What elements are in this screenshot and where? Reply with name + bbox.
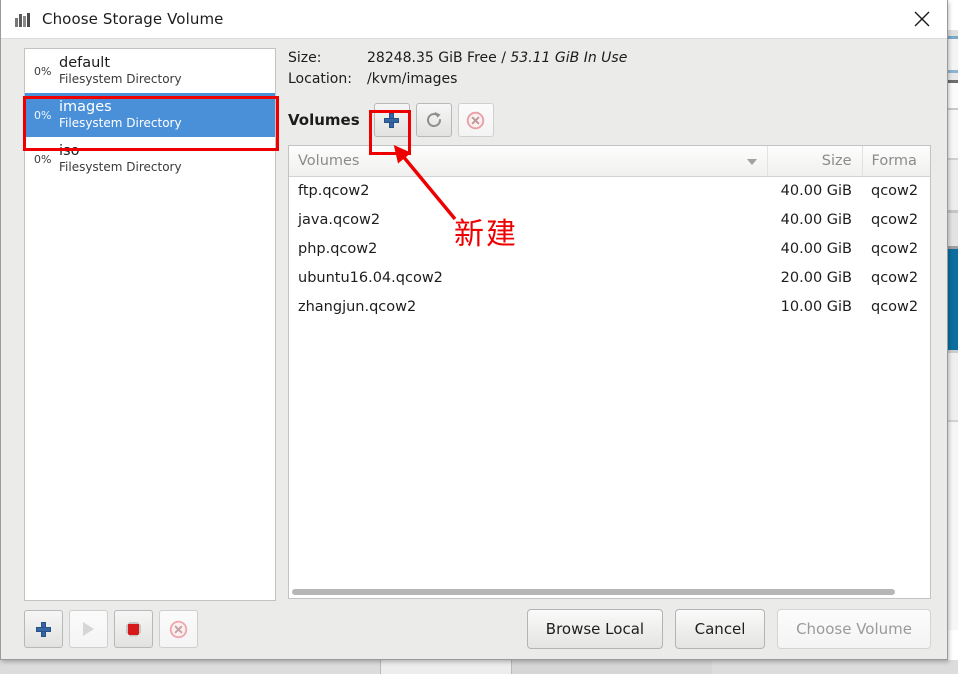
- pool-size-row: Size: 28248.35 GiB Free / 53.11 GiB In U…: [288, 48, 931, 69]
- pool-list-item-selected[interactable]: 0% images Filesystem Directory: [25, 93, 275, 137]
- new-volume-button[interactable]: [373, 103, 410, 137]
- pool-name: iso: [59, 143, 80, 160]
- pool-usage-percent: 0%: [34, 108, 52, 122]
- refresh-volumes-button[interactable]: [415, 103, 452, 137]
- volume-size: 40.00 GiB: [780, 211, 852, 228]
- start-pool-button[interactable]: [69, 610, 108, 648]
- pool-type: Filesystem Directory: [59, 160, 182, 175]
- delete-circle-icon: [466, 111, 485, 129]
- volumes-table-container[interactable]: Volumes Size Forma ftp.qcow2 40.00 GiB q…: [288, 145, 931, 599]
- table-row[interactable]: ubuntu16.04.qcow2 20.00 GiB qcow2: [289, 263, 930, 292]
- column-header-size[interactable]: Size: [766, 146, 862, 177]
- dialog-footer: Browse Local Cancel Choose Volume: [1, 599, 947, 659]
- browse-local-button[interactable]: Browse Local: [526, 609, 664, 649]
- volume-format: qcow2: [871, 211, 919, 228]
- delete-pool-button[interactable]: [159, 610, 198, 648]
- volume-name: zhangjun.qcow2: [298, 298, 417, 315]
- choose-volume-button[interactable]: Choose Volume: [777, 609, 931, 649]
- volumes-toolbar: Volumes: [288, 101, 931, 139]
- volume-name: php.qcow2: [298, 240, 378, 257]
- dialog-action-buttons: Browse Local Cancel Choose Volume: [515, 609, 931, 649]
- table-row[interactable]: java.qcow2 40.00 GiB qcow2: [289, 205, 930, 234]
- volume-name: java.qcow2: [298, 211, 381, 228]
- size-free-text: 28248.35 GiB Free /: [367, 50, 511, 66]
- volume-format: qcow2: [871, 269, 919, 286]
- size-inuse-text: 53.11 GiB In Use: [510, 50, 628, 66]
- pool-type: Filesystem Directory: [59, 116, 182, 131]
- size-value: 28248.35 GiB Free / 53.11 GiB In Use: [367, 48, 627, 69]
- volumes-table-body: ftp.qcow2 40.00 GiB qcow2 java.qcow2 40.…: [289, 176, 930, 321]
- volumes-table-header: Volumes Size Forma: [289, 146, 930, 177]
- storage-pool-list[interactable]: 0% default Filesystem Directory 0% image…: [24, 48, 276, 601]
- background-taskbar-item: [380, 660, 512, 674]
- pool-name: default: [59, 55, 111, 72]
- table-header-row: Volumes Size Forma: [289, 146, 930, 177]
- choose-storage-volume-dialog: Choose Storage Volume 0% default Filesys…: [0, 0, 948, 660]
- pool-usage-percent: 0%: [34, 64, 52, 78]
- dialog-body: 0% default Filesystem Directory 0% image…: [1, 39, 947, 601]
- delete-volume-button[interactable]: [457, 103, 494, 137]
- pool-action-toolbar: [24, 610, 204, 648]
- volume-name: ubuntu16.04.qcow2: [298, 269, 443, 286]
- refresh-icon: [426, 111, 441, 127]
- close-icon[interactable]: [897, 0, 947, 38]
- volumes-table: Volumes Size Forma ftp.qcow2 40.00 GiB q…: [289, 146, 930, 321]
- pool-list-item[interactable]: 0% default Filesystem Directory: [25, 49, 275, 93]
- pool-name: images: [59, 99, 112, 116]
- location-value: /kvm/images: [367, 71, 458, 87]
- sort-descending-caret-icon: [746, 159, 757, 165]
- size-label: Size:: [288, 50, 322, 66]
- column-header-volumes-label: Volumes: [298, 152, 360, 169]
- table-row[interactable]: zhangjun.qcow2 10.00 GiB qcow2: [289, 292, 930, 321]
- storage-pool-icon: [15, 12, 33, 27]
- stop-pool-button[interactable]: [114, 610, 153, 648]
- horizontal-scrollbar[interactable]: [292, 589, 895, 595]
- volume-name: ftp.qcow2: [298, 182, 370, 199]
- delete-circle-icon: [169, 620, 188, 638]
- volume-size: 40.00 GiB: [780, 240, 852, 257]
- stop-octagon-icon: [126, 621, 141, 637]
- add-pool-button[interactable]: [24, 610, 63, 648]
- pool-list-item[interactable]: 0% iso Filesystem Directory: [25, 137, 275, 181]
- volume-format: qcow2: [871, 240, 919, 257]
- column-header-volumes[interactable]: Volumes: [289, 146, 767, 177]
- volume-format: qcow2: [871, 298, 919, 315]
- cancel-button[interactable]: Cancel: [675, 609, 766, 649]
- volume-format: qcow2: [871, 182, 919, 199]
- plus-icon: [36, 621, 51, 637]
- column-header-format[interactable]: Forma: [861, 146, 930, 177]
- volume-size: 10.00 GiB: [780, 298, 852, 315]
- background-taskbar-item: [512, 660, 712, 674]
- pool-usage-percent: 0%: [34, 152, 52, 166]
- dialog-title: Choose Storage Volume: [42, 10, 224, 28]
- plus-icon: [384, 112, 400, 128]
- pool-type: Filesystem Directory: [59, 72, 182, 87]
- pool-location-row: Location: /kvm/images: [288, 69, 931, 90]
- dialog-titlebar: Choose Storage Volume: [1, 0, 947, 39]
- location-label: Location:: [288, 71, 352, 87]
- table-row[interactable]: php.qcow2 40.00 GiB qcow2: [289, 234, 930, 263]
- volume-size: 40.00 GiB: [780, 182, 852, 199]
- volume-size: 20.00 GiB: [780, 269, 852, 286]
- table-row[interactable]: ftp.qcow2 40.00 GiB qcow2: [289, 176, 930, 205]
- pool-details-pane: Size: 28248.35 GiB Free / 53.11 GiB In U…: [276, 48, 931, 599]
- volumes-section-label: Volumes: [288, 111, 360, 129]
- play-icon: [83, 622, 94, 636]
